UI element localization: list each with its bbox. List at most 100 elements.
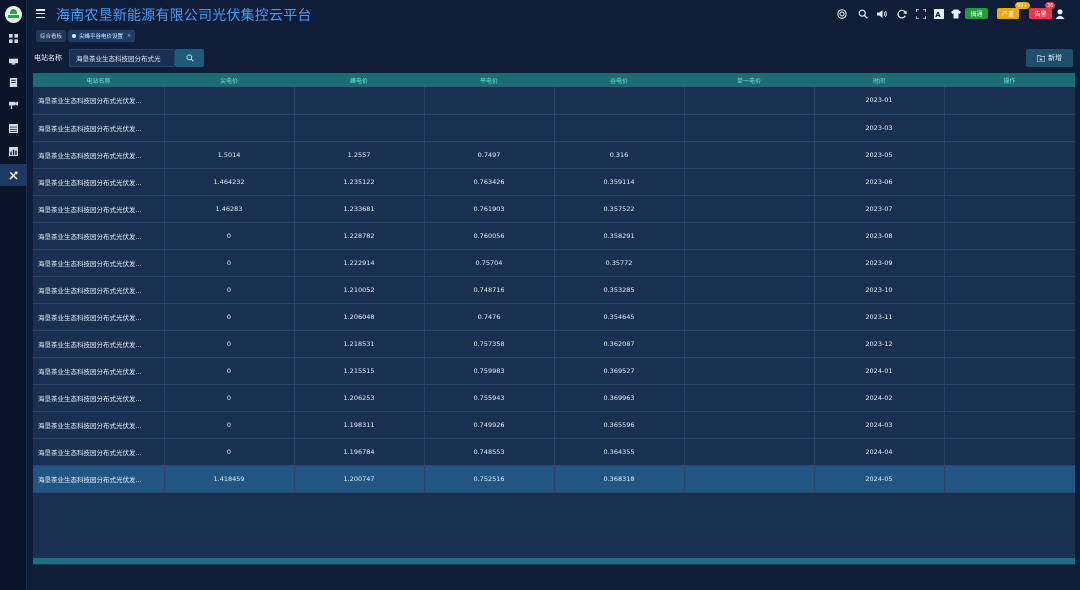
cell-time: 2023-08 — [814, 222, 945, 250]
svg-text:A: A — [935, 11, 941, 19]
severe-alarm-badge[interactable]: 严重 — [997, 8, 1019, 19]
add-label: 新增 — [1048, 54, 1062, 62]
cell-action: 修改 — [944, 357, 1075, 385]
cell-peak: 1.206048 — [294, 303, 425, 331]
font-size-icon[interactable]: A — [934, 9, 944, 19]
tools-icon[interactable] — [0, 164, 27, 186]
cell-time: 2024-01 — [814, 357, 945, 385]
cell-peak: 1.210052 — [294, 276, 425, 304]
cell-valley: 0.357522 — [554, 195, 685, 223]
cell-peak: 1.200747 — [294, 465, 425, 493]
cell-time: 2023-05 — [814, 141, 945, 169]
table-row: 海垦茶业生态科技园分布式光伏发... 0 1.210052 0.748716 0.353… — [33, 276, 1075, 304]
document-icon[interactable] — [0, 71, 27, 93]
cell-flat: 0.7476 — [424, 303, 555, 331]
column-header: 操作 — [1003, 77, 1016, 85]
cell-flat: 0.763426 — [424, 168, 555, 196]
close-icon[interactable]: × — [127, 33, 131, 39]
cell-sharp — [164, 87, 295, 115]
cell-sharp: 0 — [164, 276, 295, 304]
horizontal-scrollbar[interactable] — [33, 558, 1075, 564]
cell-name: 海垦茶业生态科技园分布式光伏发... — [33, 141, 165, 169]
cell-time: 2024-02 — [814, 384, 945, 412]
cell-name: 海垦茶业生态科技园分布式光伏发... — [33, 168, 165, 196]
search-icon — [186, 54, 194, 62]
cell-valley: 0.359114 — [554, 168, 685, 196]
cell-peak: 1.222914 — [294, 249, 425, 277]
cell-peak: 1.196784 — [294, 438, 425, 466]
cell-single — [684, 357, 815, 385]
cell-single — [684, 303, 815, 331]
cell-valley: 0.354645 — [554, 303, 685, 331]
cell-time: 2024-03 — [814, 411, 945, 439]
cell-flat: 0.757358 — [424, 330, 555, 358]
cell-action: 修改 — [944, 141, 1075, 169]
cell-peak: 1.2557 — [294, 141, 425, 169]
cell-peak: 1.198311 — [294, 411, 425, 439]
cell-name: 海垦茶业生态科技园分布式光伏发... — [33, 303, 165, 331]
header: 海南农垦新能源有限公司光伏集控云平台 A 搞通 严重 99+ 告警 36 — [27, 0, 1080, 28]
table-row: 海垦茶业生态科技园分布式光伏发... 2023-01修改 — [33, 87, 1075, 115]
status-badge-ok[interactable]: 搞通 — [965, 8, 988, 19]
cell-flat: 0.75704 — [424, 249, 555, 277]
table-row: 海垦茶业生态科技园分布式光伏发... 0 1.206253 0.755943 0.369… — [33, 384, 1075, 412]
fullscreen-icon[interactable] — [915, 8, 927, 20]
refresh-icon[interactable] — [897, 9, 907, 19]
cell-sharp: 0 — [164, 330, 295, 358]
monitor-icon[interactable] — [0, 49, 27, 71]
cell-name: 海垦茶业生态科技园分布式光伏发... — [33, 276, 165, 304]
cell-single — [684, 330, 815, 358]
column-header: 平电价 — [479, 77, 498, 85]
logo — [5, 6, 22, 23]
table-row: 海垦茶业生态科技园分布式光伏发... 0 1.196784 0.748553 0.364… — [33, 438, 1075, 466]
cell-peak: 1.233681 — [294, 195, 425, 223]
table-icon[interactable] — [0, 117, 27, 139]
cell-time: 2023-06 — [814, 168, 945, 196]
video-camera-icon[interactable] — [0, 93, 27, 115]
menu-toggle-icon[interactable] — [36, 9, 45, 19]
table-row: 海垦茶业生态科技园分布式光伏发... 0 1.222914 0.75704 0.3577… — [33, 249, 1075, 277]
sidebar — [0, 0, 27, 590]
active-dot-icon — [72, 34, 76, 38]
column-header: 单一电价 — [736, 77, 761, 85]
column-header: 谷电价 — [609, 77, 628, 85]
table-row: 海垦茶业生态科技园分布式光伏发... 0 1.198311 0.749926 0.365… — [33, 411, 1075, 439]
cell-time: 2023-11 — [814, 303, 945, 331]
cell-single — [684, 141, 815, 169]
add-button[interactable]: 新增 — [1026, 49, 1073, 67]
cell-sharp: 0 — [164, 303, 295, 331]
cell-time: 2023-10 — [814, 276, 945, 304]
cell-valley: 0.369527 — [554, 357, 685, 385]
tab-label: 综合看板 — [40, 34, 63, 40]
cell-sharp: 0 — [164, 249, 295, 277]
dashboard-icon[interactable] — [0, 140, 27, 162]
tab-dashboard[interactable]: 综合看板 — [36, 30, 67, 42]
station-name-input[interactable] — [69, 49, 175, 67]
search-button[interactable] — [175, 49, 204, 67]
shirt-icon[interactable] — [951, 9, 961, 19]
cell-name: 海垦茶业生态科技园分布式光伏发... — [33, 222, 165, 250]
app-title: 海南农垦新能源有限公司光伏集控云平台 — [56, 8, 312, 24]
cell-single — [684, 168, 815, 196]
user-icon[interactable] — [1055, 9, 1065, 19]
cell-name: 海垦茶业生态科技园分布式光伏发... — [33, 249, 165, 277]
search-icon[interactable] — [858, 9, 868, 19]
cell-single — [684, 276, 815, 304]
tab-price-settings[interactable]: 尖峰平谷电价设置 × — [68, 30, 136, 42]
alarm-count: 36 — [1045, 2, 1056, 9]
cell-sharp: 0 — [164, 411, 295, 439]
cell-single — [684, 249, 815, 277]
cell-name: 海垦茶业生态科技园分布式光伏发... — [33, 438, 165, 466]
grid-icon[interactable] — [0, 27, 27, 49]
cell-valley: 0.316 — [554, 141, 685, 169]
cell-name: 海垦茶业生态科技园分布式光伏发... — [33, 114, 165, 142]
cell-single — [684, 438, 815, 466]
cell-valley — [554, 114, 685, 142]
cell-name: 海垦茶业生态科技园分布式光伏发... — [33, 384, 165, 412]
cell-name: 海垦茶业生态科技园分布式光伏发... — [33, 465, 165, 493]
volume-icon[interactable] — [877, 9, 887, 19]
alarm-badge[interactable]: 告警 — [1029, 8, 1052, 19]
cell-valley: 0.35772 — [554, 249, 685, 277]
cell-sharp: 0 — [164, 222, 295, 250]
target-icon[interactable] — [837, 9, 847, 19]
